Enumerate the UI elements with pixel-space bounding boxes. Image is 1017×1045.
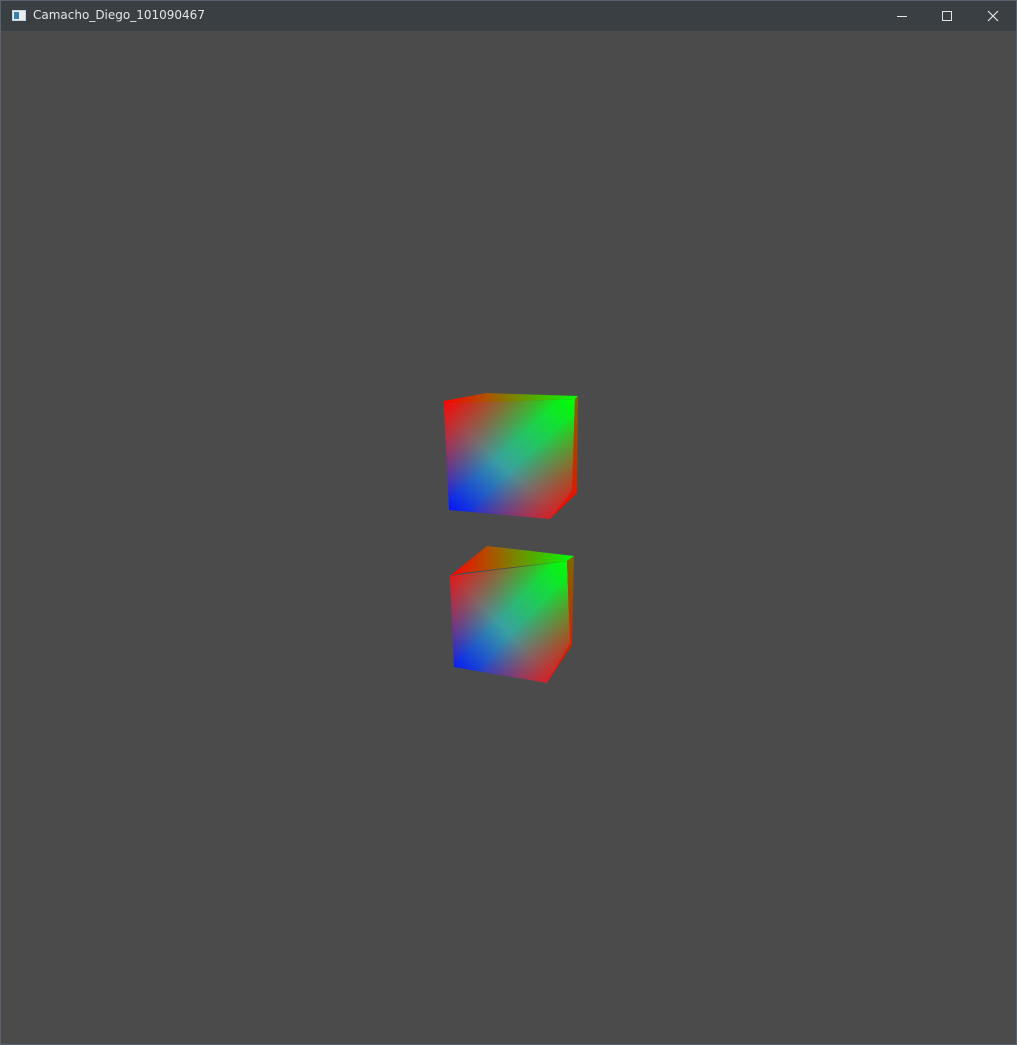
lower-cube-front-shading (450, 561, 570, 683)
close-button[interactable] (970, 1, 1016, 31)
title-bar[interactable]: Camacho_Diego_101090467 (1, 1, 1016, 31)
scene-canvas (444, 393, 578, 683)
maximize-button[interactable] (924, 1, 970, 31)
maximize-icon (942, 11, 952, 21)
render-viewport[interactable] (2, 31, 1016, 1044)
lower-cube (450, 546, 574, 683)
upper-cube-front-shading (444, 399, 575, 519)
app-window: Camacho_Diego_101090467 (0, 0, 1017, 1045)
upper-cube (444, 393, 578, 519)
window-app-icon[interactable] (12, 10, 26, 21)
close-icon (987, 10, 999, 22)
minimize-button[interactable] (879, 1, 925, 31)
window-title: Camacho_Diego_101090467 (33, 8, 205, 22)
minimize-icon (897, 16, 907, 17)
